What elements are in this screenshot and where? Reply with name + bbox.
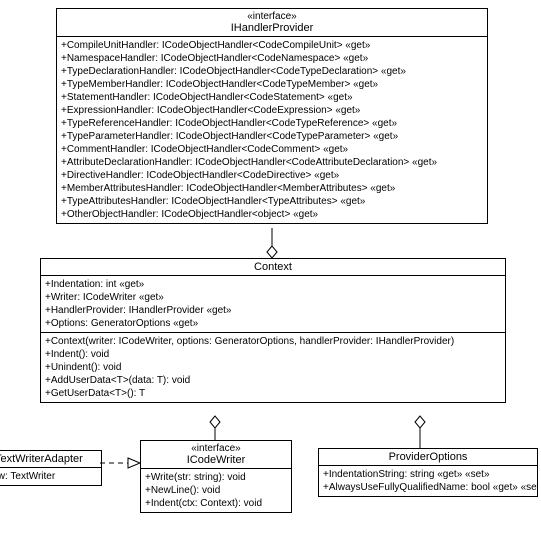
properties-section: +Indentation: int «get» +Writer: ICodeWr… xyxy=(41,276,505,333)
property: +ExpressionHandler: ICodeObjectHandler<C… xyxy=(61,104,483,117)
method: +GetUserData<T>(): T xyxy=(45,387,501,400)
property: +IndentationString: string «get» «set» xyxy=(323,468,533,481)
property: +DirectiveHandler: ICodeObjectHandler<Co… xyxy=(61,169,483,182)
property: tw: TextWriter xyxy=(0,470,97,483)
property: +NamespaceHandler: ICodeObjectHandler<Co… xyxy=(61,52,483,65)
stereotype: «interface» xyxy=(145,443,287,454)
properties-section: +IndentationString: string «get» «set» +… xyxy=(319,466,537,496)
class-name: Context xyxy=(45,261,501,273)
class-name: TextWriterAdapter xyxy=(0,453,97,465)
class-provideroptions[interactable]: ProviderOptions +IndentationString: stri… xyxy=(318,448,538,497)
method: +NewLine(): void xyxy=(145,484,287,497)
class-name: IHandlerProvider xyxy=(61,22,483,34)
property: +MemberAttributesHandler: ICodeObjectHan… xyxy=(61,182,483,195)
property: +StatementHandler: ICodeObjectHandler<Co… xyxy=(61,91,483,104)
methods-section: +Write(str: string): void +NewLine(): vo… xyxy=(141,469,291,512)
class-name: ICodeWriter xyxy=(145,454,287,466)
property: +CompileUnitHandler: ICodeObjectHandler<… xyxy=(61,39,483,52)
property: +TypeParameterHandler: ICodeObjectHandle… xyxy=(61,130,483,143)
method: +AddUserData<T>(data: T): void xyxy=(45,374,501,387)
property: +TypeDeclarationHandler: ICodeObjectHand… xyxy=(61,65,483,78)
property: +TypeAttributesHandler: ICodeObjectHandl… xyxy=(61,195,483,208)
method: +Write(str: string): void xyxy=(145,471,287,484)
stereotype: «interface» xyxy=(61,11,483,22)
method: +Indent(ctx: Context): void xyxy=(145,497,287,510)
class-textwriteradapter[interactable]: TextWriterAdapter tw: TextWriter xyxy=(0,450,102,486)
method: +Unindent(): void xyxy=(45,361,501,374)
property: +CommentHandler: ICodeObjectHandler<Code… xyxy=(61,143,483,156)
properties-section: +CompileUnitHandler: ICodeObjectHandler<… xyxy=(57,37,487,223)
class-context[interactable]: Context +Indentation: int «get» +Writer:… xyxy=(40,258,506,403)
property: +OtherObjectHandler: ICodeObjectHandler<… xyxy=(61,208,483,221)
property: +TypeMemberHandler: ICodeObjectHandler<C… xyxy=(61,78,483,91)
class-ihandlerprovider[interactable]: «interface» IHandlerProvider +CompileUni… xyxy=(56,8,488,224)
property: +Options: GeneratorOptions «get» xyxy=(45,317,501,330)
property: +TypeReferenceHandler: ICodeObjectHandle… xyxy=(61,117,483,130)
class-name: ProviderOptions xyxy=(323,451,533,463)
property: +HandlerProvider: IHandlerProvider «get» xyxy=(45,304,501,317)
method: +Indent(): void xyxy=(45,348,501,361)
methods-section: +Context(writer: ICodeWriter, options: G… xyxy=(41,333,505,402)
method: +Context(writer: ICodeWriter, options: G… xyxy=(45,335,501,348)
property: +Writer: ICodeWriter «get» xyxy=(45,291,501,304)
class-icodewriter[interactable]: «interface» ICodeWriter +Write(str: stri… xyxy=(140,440,292,513)
property: +Indentation: int «get» xyxy=(45,278,501,291)
property: +AttributeDeclarationHandler: ICodeObjec… xyxy=(61,156,483,169)
properties-section: tw: TextWriter xyxy=(0,468,101,485)
property: +AlwaysUseFullyQualifiedName: bool «get»… xyxy=(323,481,533,494)
